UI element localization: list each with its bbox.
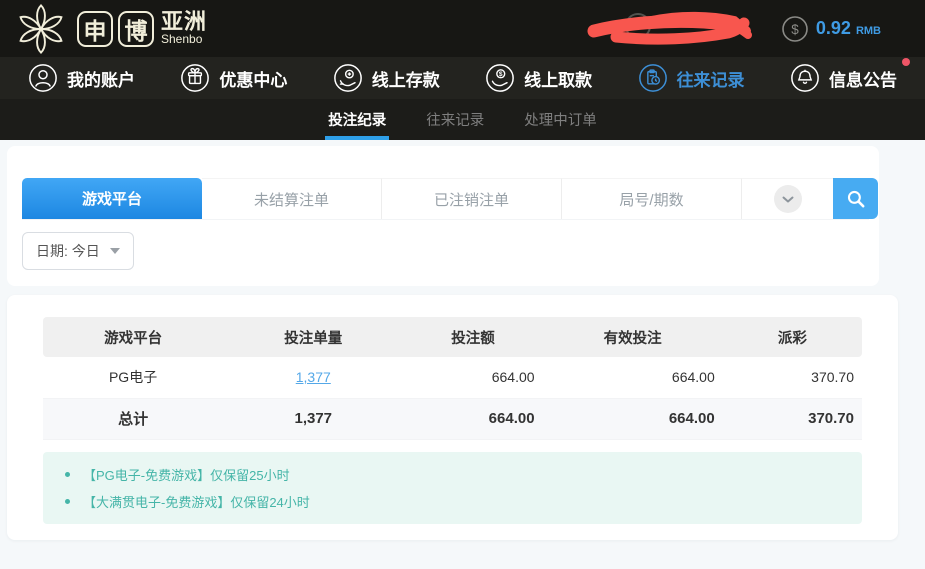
subtab-label: 投注纪录 — [328, 109, 386, 130]
bell-icon — [790, 63, 820, 93]
nav-item-withdraw[interactable]: $ 线上取款 — [485, 63, 592, 93]
page: 申 博 亚洲 Shenbo — [0, 0, 925, 569]
withdraw-hand-coin-icon: $ — [485, 63, 515, 93]
date-filter-button[interactable]: 日期: 今日 — [22, 232, 134, 270]
col-header-payout: 派彩 — [723, 317, 862, 357]
flower-logo-icon — [12, 1, 70, 57]
nav-label: 往来记录 — [677, 66, 745, 91]
notification-dot — [902, 58, 910, 66]
col-header-game-platform: 游戏平台 — [43, 317, 223, 357]
bullet-icon — [65, 499, 70, 504]
filter-panel: 游戏平台 未结算注单 已注销注单 局号/期数 — [7, 146, 879, 286]
notice-line: 【PG电子-免费游戏】仅保留25小时 — [43, 461, 862, 488]
top-header: 申 博 亚洲 Shenbo — [0, 0, 925, 57]
logo-region-text: 亚洲 — [161, 10, 207, 33]
table-row: PG电子 1,377 664.00 664.00 370.70 — [43, 357, 862, 398]
logo-wordmark: 亚洲 Shenbo — [161, 10, 207, 46]
filter-tab-round-number[interactable]: 局号/期数 — [562, 178, 742, 219]
subtab-label: 往来记录 — [426, 109, 484, 130]
magnifier-icon — [844, 187, 868, 211]
filter-tab-row: 游戏平台 未结算注单 已注销注单 局号/期数 — [22, 178, 869, 220]
bet-count-link[interactable]: 1,377 — [296, 369, 331, 385]
filter-tab-cancelled-bets[interactable]: 已注销注单 — [382, 178, 562, 219]
cell-valid-bet: 664.00 — [543, 357, 723, 398]
cell-total-bet-amount: 664.00 — [403, 398, 542, 439]
nav-item-promotions[interactable]: 优惠中心 — [180, 63, 287, 93]
logo-latin-text: Shenbo — [161, 33, 207, 46]
nav-label: 优惠中心 — [219, 66, 287, 91]
cell-bet-amount: 664.00 — [403, 357, 542, 398]
scribble-icon — [586, 9, 764, 49]
search-button[interactable] — [833, 178, 878, 219]
col-header-bet-count: 投注单量 — [223, 317, 403, 357]
filter-tab-label: 未结算注单 — [254, 189, 329, 210]
balance-currency: RMB — [856, 25, 881, 37]
cell-payout: 370.70 — [723, 357, 862, 398]
gift-circle-icon — [180, 63, 210, 93]
deposit-hand-coin-icon — [333, 63, 363, 93]
filter-tab-unsettled-bets[interactable]: 未结算注单 — [202, 178, 382, 219]
dollar-circle-icon: $ — [782, 16, 808, 42]
filter-tab-label: 已注销注单 — [434, 189, 509, 210]
results-card: 游戏平台 投注单量 投注额 有效投注 派彩 PG电子 1,377 664.00 … — [7, 295, 898, 540]
cell-total-label: 总计 — [43, 398, 223, 439]
notice-box: 【PG电子-免费游戏】仅保留25小时 【大满贯电子-免费游戏】仅保留24小时 — [43, 452, 862, 524]
filter-tab-game-platform[interactable]: 游戏平台 — [22, 178, 202, 219]
caret-down-icon — [110, 248, 120, 254]
bullet-icon — [65, 472, 70, 477]
chevron-down-icon — [774, 185, 802, 213]
cell-total-payout: 370.70 — [723, 398, 862, 439]
col-header-valid-bet: 有效投注 — [543, 317, 723, 357]
filter-tab-label: 局号/期数 — [619, 189, 683, 210]
notice-text: 【PG电子-免费游戏】仅保留25小时 — [83, 465, 290, 484]
redacted-username-scribble — [586, 9, 764, 49]
cell-total-bet-count: 1,377 — [223, 398, 403, 439]
cell-platform: PG电子 — [43, 357, 223, 398]
nav-item-deposit[interactable]: 线上存款 — [333, 63, 440, 93]
balance-amount: 0.92 — [816, 18, 851, 39]
date-filter-row: 日期: 今日 — [22, 232, 869, 270]
table-header-row: 游戏平台 投注单量 投注额 有效投注 派彩 — [43, 317, 862, 357]
notice-line: 【大满贯电子-免费游戏】仅保留24小时 — [43, 488, 862, 515]
nav-label: 线上取款 — [524, 66, 592, 91]
subtab-pending-orders[interactable]: 处理中订单 — [524, 99, 597, 140]
subtab-betting-records[interactable]: 投注纪录 — [328, 99, 386, 140]
results-table: 游戏平台 投注单量 投注额 有效投注 派彩 PG电子 1,377 664.00 … — [43, 317, 862, 440]
balance[interactable]: $ 0.92 RMB — [782, 16, 881, 42]
main-nav: 我的账户 优惠中心 线上存款 — [0, 57, 925, 99]
topbar-right: $ 0.92 RMB — [586, 9, 925, 49]
nav-item-my-account[interactable]: 我的账户 — [28, 63, 135, 93]
user-circle-icon — [28, 63, 58, 93]
table-total-row: 总计 1,377 664.00 664.00 370.70 — [43, 398, 862, 439]
cell-total-valid-bet: 664.00 — [543, 398, 723, 439]
date-filter-label: 日期: 今日 — [36, 241, 100, 261]
sub-nav: 投注纪录 往来记录 处理中订单 — [0, 99, 925, 140]
svg-text:$: $ — [791, 22, 799, 37]
more-tabs-dropdown[interactable] — [742, 178, 833, 219]
col-header-bet-amount: 投注额 — [403, 317, 542, 357]
nav-item-transaction-records[interactable]: 往来记录 — [638, 63, 745, 93]
nav-label: 信息公告 — [829, 66, 897, 91]
nav-label: 线上存款 — [372, 66, 440, 91]
nav-label: 我的账户 — [67, 66, 135, 91]
nav-item-announcements[interactable]: 信息公告 — [790, 63, 897, 93]
brand-logo[interactable]: 申 博 亚洲 Shenbo — [12, 1, 207, 57]
svg-text:$: $ — [499, 71, 503, 78]
logo-char-shen: 申 — [77, 11, 113, 47]
notice-text: 【大满贯电子-免费游戏】仅保留24小时 — [83, 492, 310, 511]
subtab-transaction-records[interactable]: 往来记录 — [426, 99, 484, 140]
logo-char-bo: 博 — [118, 11, 154, 47]
content-area: 游戏平台 未结算注单 已注销注单 局号/期数 — [0, 140, 925, 569]
records-clipboard-clock-icon — [638, 63, 668, 93]
filter-tab-label: 游戏平台 — [82, 188, 142, 209]
subtab-label: 处理中订单 — [524, 109, 597, 130]
